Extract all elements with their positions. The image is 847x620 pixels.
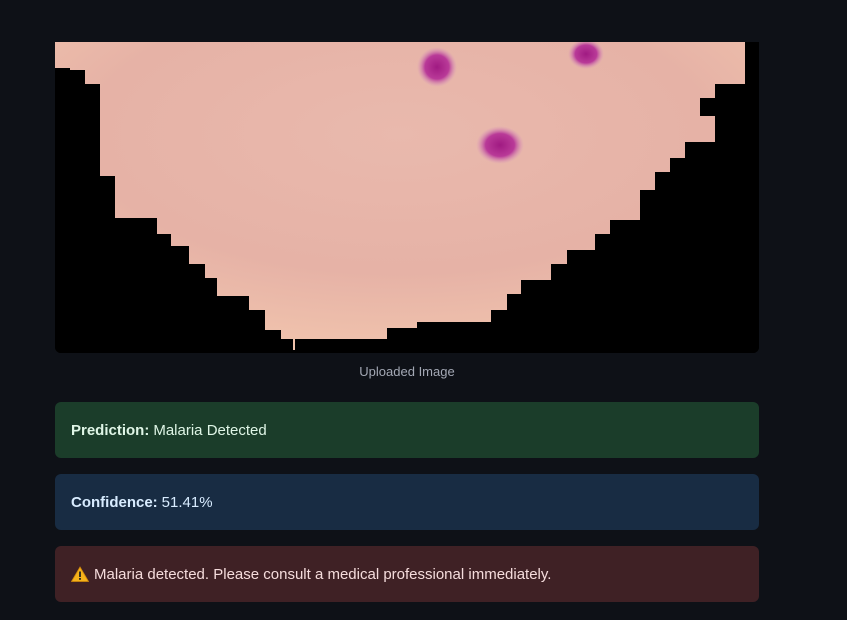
uploaded-image xyxy=(55,42,759,353)
blood-cell-image xyxy=(55,42,759,353)
parasite-dot xyxy=(476,126,524,164)
parasite-dot xyxy=(417,47,457,87)
warning-icon xyxy=(70,566,90,582)
prediction-label: Prediction: xyxy=(71,421,150,439)
warning-alert: Malaria detected. Please consult a medic… xyxy=(55,546,759,602)
warning-text: Malaria detected. Please consult a medic… xyxy=(94,565,552,583)
confidence-label: Confidence: xyxy=(71,493,158,511)
prediction-value: Malaria Detected xyxy=(153,421,267,439)
prediction-alert: Prediction: Malaria Detected xyxy=(55,402,759,458)
confidence-value: 51.41% xyxy=(161,493,213,511)
confidence-alert: Confidence: 51.41% xyxy=(55,474,759,530)
image-caption: Uploaded Image xyxy=(359,364,455,379)
results-page: Uploaded Image Prediction: Malaria Detec… xyxy=(0,0,847,620)
